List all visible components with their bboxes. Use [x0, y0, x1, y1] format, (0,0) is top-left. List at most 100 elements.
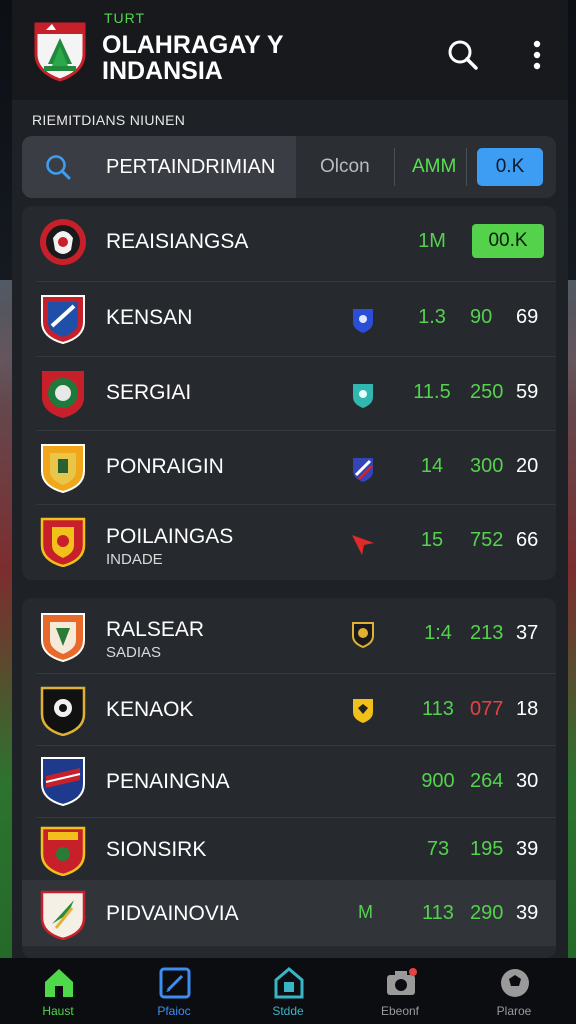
team-name: SIONSIRK [106, 838, 207, 861]
nav-label: Stdde [272, 1004, 304, 1018]
table-row[interactable]: REAISIANGSA 1M 00.K [22, 206, 556, 282]
nav-item-camera[interactable]: Ebeonf [350, 958, 450, 1024]
nav-item-stadium[interactable]: Stdde [238, 958, 338, 1024]
club-badge-icon [353, 699, 373, 723]
stat-1: 11.5 [413, 381, 451, 403]
team-subtitle: SADIAS [106, 644, 162, 661]
nav-label: Haust [42, 1004, 74, 1018]
stat-1: 1:4 [424, 622, 452, 644]
table-row[interactable]: KENSAN 1.3 90 69 [22, 282, 556, 357]
stat-1: 1M [418, 230, 446, 252]
table-row[interactable]: SERGIAI 11.5 250 59 [22, 357, 556, 431]
nav-label: Plaroe [496, 1004, 532, 1018]
app-title-line-2: INDANSIA [102, 57, 223, 85]
team-subtitle: INDADE [106, 551, 163, 568]
stat-3: 66 [516, 529, 539, 551]
stat-2: 077 [470, 698, 504, 720]
team-name: KENSAN [106, 306, 193, 329]
table-row-selected[interactable]: PIDVAINOVIA M 113 290 39 [22, 880, 556, 946]
team-crest-icon [42, 371, 84, 418]
divider [466, 148, 467, 186]
app-title: OLAHRAGAY Y INDANSIA [102, 32, 362, 84]
stat-2: 90 [470, 306, 493, 328]
stat-2: 195 [470, 838, 504, 860]
team-crest-icon [41, 613, 85, 662]
team-crest-icon [40, 686, 86, 736]
more-vertical-icon[interactable] [520, 38, 554, 72]
team-name: SERGIAI [106, 381, 192, 404]
team-crest-icon [40, 826, 86, 876]
section-label: RIEMITDIANS NIUNEN [32, 112, 186, 128]
stat-3: 39 [516, 838, 539, 860]
stat-2: 250 [470, 381, 504, 403]
stat-1: 113 [422, 698, 454, 720]
table-row[interactable]: SIONSIRK 73 195 39 [22, 818, 556, 880]
team-crest-icon [41, 757, 85, 806]
stat-pill[interactable]: 00.K [472, 224, 544, 258]
stat-3: 69 [516, 306, 539, 328]
team-crest-icon [40, 890, 86, 940]
stat-3: 39 [516, 902, 539, 924]
app-window: TURT OLAHRAGAY Y INDANSIA RIEMITDIANS NI… [12, 0, 568, 958]
app-logo-icon [34, 22, 86, 82]
search-icon [46, 155, 71, 180]
club-badge-icon [353, 384, 373, 408]
search-input[interactable]: PERTAINDRIMIAN [22, 136, 296, 198]
table-row[interactable]: PENAINGNA 900 264 30 [22, 746, 556, 818]
app-title-line-1: OLAHRAGAY Y [102, 31, 284, 59]
filter-option-1[interactable]: Olcon [320, 156, 370, 178]
filter-option-2[interactable]: AMM [412, 156, 456, 178]
team-name: RALSEAR [106, 618, 205, 641]
search-input-value: PERTAINDRIMIAN [106, 156, 276, 178]
stat-2: 213 [470, 622, 504, 644]
team-crest-icon [40, 517, 86, 567]
app-header: TURT OLAHRAGAY Y INDANSIA [12, 0, 568, 100]
stat-3: 30 [516, 770, 539, 792]
stat-3: 37 [516, 622, 539, 644]
app-tag: TURT [104, 10, 146, 26]
nav-item-home[interactable]: Haust [8, 958, 108, 1024]
stadium-icon [274, 967, 304, 999]
nav-label: Pfaioc [157, 1004, 191, 1018]
stat-1: 113 [422, 902, 454, 924]
search-icon[interactable] [446, 38, 480, 72]
team-name: POILAINGAS [106, 525, 234, 548]
stat-1: 15 [420, 529, 444, 551]
home-icon [45, 969, 73, 997]
team-crest-icon [41, 444, 85, 493]
stat-3: 20 [516, 455, 539, 477]
team-name: REAISIANGSA [106, 230, 249, 253]
stat-2: 264 [470, 770, 504, 792]
stat-1: 900 [421, 770, 455, 792]
stat-2: 290 [470, 902, 504, 924]
stat-2: 752 [470, 529, 504, 551]
stat-3: 59 [516, 381, 539, 403]
ball-icon [501, 969, 529, 997]
camera-icon [387, 968, 417, 995]
club-badge-icon [353, 458, 373, 482]
stat-1: 14 [420, 455, 444, 477]
table-row[interactable]: KENAOK 113 077 18 [22, 674, 556, 746]
stat-3: 18 [516, 698, 539, 720]
red-arrow-icon [352, 535, 374, 555]
table-row[interactable]: RALSEAR SADIAS 1:4 213 37 [22, 598, 556, 674]
team-name: PENAINGNA [106, 770, 230, 793]
table-row[interactable]: POILAINGAS INDADE 15 752 66 [22, 505, 556, 580]
table-row[interactable]: PONRAIGIN 14 300 20 [22, 431, 556, 505]
nav-label: Ebeonf [380, 1004, 420, 1018]
nav-item-edit[interactable]: Pfaioc [124, 958, 224, 1024]
club-badge-icon [352, 622, 374, 648]
standings-card-1: REAISIANGSA 1M 00.K KENSAN 1.3 90 69 SER… [22, 206, 556, 580]
standings-card-2: RALSEAR SADIAS 1:4 213 37 KENAOK 113 077… [22, 598, 556, 958]
team-crest-icon [40, 219, 86, 265]
stat-2: 300 [470, 455, 504, 477]
team-name: PONRAIGIN [106, 455, 224, 478]
status-badge: M [358, 902, 373, 922]
club-badge-icon [353, 309, 373, 333]
team-name: KENAOK [106, 698, 194, 721]
nav-item-player[interactable]: Plaroe [464, 958, 564, 1024]
edit-icon [159, 967, 191, 999]
filter-active-pill[interactable]: 0.K [477, 148, 543, 186]
team-crest-icon [41, 295, 85, 344]
stat-1: 1.3 [418, 306, 446, 328]
